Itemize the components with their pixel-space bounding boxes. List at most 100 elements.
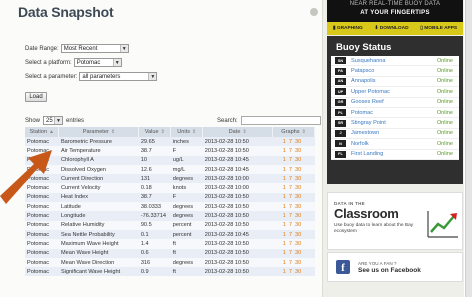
buoy-status-text: Online [436,120,453,127]
graph-link-7[interactable]: 7 [289,157,292,163]
buoy-name-link[interactable]: Gooses Reef [351,99,437,105]
buoy-name-link[interactable]: Potomac [351,110,437,116]
graph-link-30[interactable]: 30 [295,250,301,256]
graph-link-30[interactable]: 30 [295,176,301,182]
column-header-station[interactable]: Station ▲ [25,127,60,137]
buoy-status-text: Online [436,130,453,137]
graph-link-1[interactable]: 1 [283,185,286,191]
graph-link-1[interactable]: 1 [283,139,286,145]
buoy-data-banner[interactable]: NEAR REAL-TIME BUOY DATA AT YOUR FINGERT… [327,0,463,22]
buoy-code-badge: FL [335,150,346,158]
graph-link-1[interactable]: 1 [283,204,286,210]
graph-link-1[interactable]: 1 [283,167,286,173]
buoy-item[interactable]: SR Stingray Point Online [331,118,459,129]
graph-link-7[interactable]: 7 [289,269,292,275]
search-input[interactable] [240,116,321,125]
buoy-name-link[interactable]: Norfolk [351,141,437,147]
buoy-name-link[interactable]: Stingray Point [351,120,437,126]
cell-parameter: Maximum Wave Height [58,239,139,249]
chevron-down-icon: ▼ [119,45,128,52]
graph-link-30[interactable]: 30 [295,241,301,247]
buoy-status-text: Online [436,140,453,147]
graph-link-30[interactable]: 30 [295,167,301,173]
graph-link-30[interactable]: 30 [295,204,301,210]
buoy-name-link[interactable]: Annapolis [351,78,437,84]
graph-link-1[interactable]: 1 [283,232,286,238]
graph-link-30[interactable]: 30 [295,260,301,266]
graph-link-7[interactable]: 7 [289,260,292,266]
graph-link-7[interactable]: 7 [289,167,292,173]
graph-link-7[interactable]: 7 [289,232,292,238]
load-button[interactable]: Load [25,92,47,102]
cell-graphs: 1 7 30 [272,146,315,156]
page-scrollbar[interactable] [465,0,472,297]
graphing-link[interactable]: ▮ GRAPHING [333,26,363,31]
cell-units: knots [170,183,203,193]
graph-link-7[interactable]: 7 [289,241,292,247]
graph-link-30[interactable]: 30 [295,222,301,228]
graph-link-7[interactable]: 7 [289,194,292,200]
graph-link-7[interactable]: 7 [289,204,292,210]
graph-link-30[interactable]: 30 [295,139,301,145]
buoy-name-link[interactable]: Upper Potomac [351,89,437,95]
graph-link-1[interactable]: 1 [283,148,286,154]
graph-link-7[interactable]: 7 [289,222,292,228]
graph-link-7[interactable]: 7 [289,213,292,219]
parameter-select[interactable]: all parameters ▼ [79,72,158,81]
graph-link-30[interactable]: 30 [295,148,301,154]
cell-date: 2013-02-28 10:00 [202,183,273,193]
buoy-item[interactable]: GR Gooses Reef Online [331,98,459,108]
graph-link-7[interactable]: 7 [289,176,292,182]
search-label: Search: [217,117,238,124]
buoy-item[interactable]: PL Potomac Online [331,108,459,119]
graph-link-7[interactable]: 7 [289,139,292,145]
graph-link-30[interactable]: 30 [295,232,301,238]
column-header-parameter[interactable]: Parameter ⇕ [58,127,140,137]
column-header-graphs[interactable]: Graphs ⇕ [272,127,315,137]
download-link[interactable]: ⬇ DOWNLOAD [374,26,408,31]
cell-date: 2013-02-28 10:50 [202,257,273,268]
buoy-name-link[interactable]: Susquehanna [351,58,437,64]
graph-link-30[interactable]: 30 [295,269,301,275]
buoy-item[interactable]: N Norfolk Online [331,139,459,150]
table-row: Potomac Longitude -76.33714 degrees 2013-02-… [25,211,315,221]
graph-link-7[interactable]: 7 [289,250,292,256]
buoy-item[interactable]: UP Upper Potomac Online [331,87,459,98]
buoy-name-link[interactable]: Patapsco [351,68,437,74]
buoy-name-link[interactable]: Jamestown [351,130,437,136]
cell-station: Potomac [25,220,59,230]
buoy-item[interactable]: PA Patapsco Online [331,66,459,77]
column-header-value[interactable]: Value ⇕ [138,127,172,137]
graph-link-7[interactable]: 7 [289,185,292,191]
graph-link-1[interactable]: 1 [283,157,286,163]
classroom-description: Use buoy data to learn about the Bay eco… [334,223,414,234]
graph-link-1[interactable]: 1 [283,222,286,228]
buoy-name-link[interactable]: First Landing [351,151,437,157]
graph-link-30[interactable]: 30 [295,157,301,163]
buoy-item[interactable]: SN Susquehanna Online [331,56,459,67]
graph-link-1[interactable]: 1 [283,213,286,219]
graph-link-30[interactable]: 30 [295,185,301,191]
mobile-apps-link[interactable]: ▯ MOBILE APPS [420,26,457,31]
gear-icon[interactable] [310,8,318,16]
graph-link-1[interactable]: 1 [283,260,286,266]
buoy-item[interactable]: AN Annapolis Online [331,77,459,88]
column-header-units[interactable]: Units ⇕ [170,127,204,137]
buoy-status-text: Online [436,78,453,85]
entries-select[interactable]: 25 ▼ [43,116,64,125]
graph-link-30[interactable]: 30 [295,194,301,200]
buoy-item[interactable]: J Jamestown Online [331,129,459,140]
facebook-promo[interactable]: f ARE YOU A FAN ? See us on Facebook [327,252,463,282]
graph-link-30[interactable]: 30 [295,213,301,219]
graph-link-7[interactable]: 7 [289,148,292,154]
graph-link-1[interactable]: 1 [283,194,286,200]
date-range-select[interactable]: Most Recent ▼ [60,44,129,53]
graph-link-1[interactable]: 1 [283,241,286,247]
platform-select[interactable]: Potomac ▼ [73,58,122,67]
column-header-date[interactable]: Date ⇕ [202,127,274,137]
classroom-promo[interactable]: DATA IN THE Classroom Use buoy data to l… [327,192,463,250]
buoy-item[interactable]: FL First Landing Online [331,150,459,160]
graph-link-1[interactable]: 1 [283,176,286,182]
graph-link-1[interactable]: 1 [283,269,286,275]
graph-link-1[interactable]: 1 [283,250,286,256]
